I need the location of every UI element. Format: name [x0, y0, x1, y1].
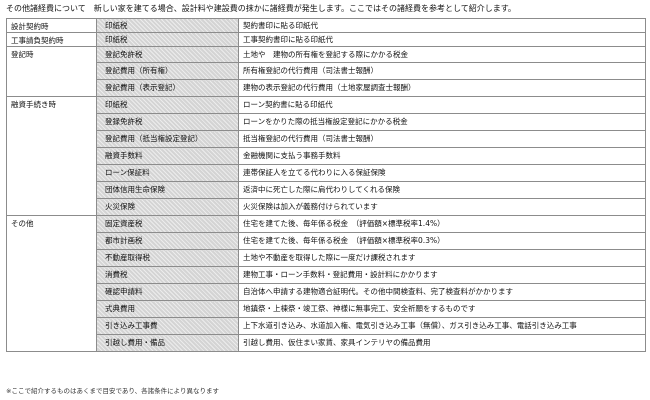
footnote: ※ここで紹介するものはあくまで目安であり、各諸条件により異なります: [6, 387, 219, 395]
table-row: 設計契約時 印紙税 契約書印に貼る印紙代: [6, 18, 646, 33]
category-cell: 融資手続き時: [6, 96, 97, 216]
cost-table-body: 設計契約時 印紙税 契約書印に貼る印紙代 工事請負契約時 印紙税 工事契約書印に貼る印紙代…: [6, 18, 646, 352]
table-row: 引越し費用・備品 引越し費用、仮住まい家賃、家具インテリヤの備品費用: [7, 334, 646, 352]
cost-description-cell: 工事契約書印に貼る印紙代: [238, 32, 646, 47]
table-row: 工事請負契約時 印紙税 工事契約書印に貼る印紙代: [6, 32, 646, 47]
cost-name-cell: 登記費用（抵当権設定登記）: [96, 130, 239, 148]
cost-description-cell: 連帯保証人を立てる代わりに入る保証保険: [238, 164, 646, 182]
cost-name-cell: 団体信用生命保険: [96, 181, 239, 199]
cost-description-cell: 金融機関に支払う事務手数料: [238, 147, 646, 165]
cost-name-cell: 登録免許税: [96, 113, 239, 131]
cost-description-cell: 上下水道引き込み、水道加入権、電気引き込み工事（無償）、ガス引き込み工事、電話引…: [238, 317, 646, 335]
table-row: 登録免許税 ローンをかりた際の抵当権設定登記にかかる税金: [7, 113, 646, 131]
cost-description-cell: 土地や不動産を取得した際に一度だけ課税されます: [238, 249, 646, 267]
table-row: 不動産取得税 土地や不動産を取得した際に一度だけ課税されます: [7, 249, 646, 267]
cost-name-cell: 都市計画税: [96, 232, 239, 250]
cost-name-cell: 確認申請料: [96, 283, 239, 301]
table-row: 登記費用（抵当権設定登記） 抵当権登記の代行費用（司法書士報酬）: [7, 130, 646, 148]
intro-text: その他諸経費について 新しい家を建てる場合、設計料や建設費の抹かに諸経費が発生し…: [6, 4, 516, 13]
cost-description-cell: ローン契約書に貼る印紙代: [238, 96, 646, 114]
cost-name-cell: 登記費用（所有権）: [96, 62, 239, 80]
table-row: 融資手数料 金融機関に支払う事務手数料: [7, 147, 646, 165]
table-row: 登記費用（所有権） 所有権登記の代行費用（司法書士報酬）: [7, 62, 646, 80]
cost-name-cell: 引越し費用・備品: [96, 334, 239, 352]
cost-description-cell: 所有権登記の代行費用（司法書士報酬）: [238, 62, 646, 80]
cost-description-cell: 建物の表示登記の代行費用（土地家屋調査士報酬）: [238, 79, 646, 97]
cost-name-cell: 融資手数料: [96, 147, 239, 165]
cost-description-cell: 返済中に死亡した際に肩代わりしてくれる保険: [238, 181, 646, 199]
cost-name-cell: 登記免許税: [96, 46, 239, 63]
cost-description-cell: ローンをかりた際の抵当権設定登記にかかる税金: [238, 113, 646, 131]
cost-name-cell: 消費税: [96, 266, 239, 284]
table-row: 確認申請料 自治体へ申請する建物適合証明代。その他中間検査料、完了検査料がかかりま…: [7, 283, 646, 301]
table-row: ローン保証料 連帯保証人を立てる代わりに入る保証保険: [7, 164, 646, 182]
cost-description-cell: 火災保険は加入が義務付けられています: [238, 198, 646, 216]
category-cell: 登記時: [6, 46, 97, 97]
cost-description-cell: 地鎮祭・上棟祭・竣工祭、神様に無事完工、安全祈願をするものです: [238, 300, 646, 318]
table-row: 消費税 建物工事・ローン手数料・登記費用・設計料にかかります: [7, 266, 646, 284]
cost-name-cell: 引き込み工事費: [96, 317, 239, 335]
cost-name-cell: 火災保険: [96, 198, 239, 216]
cost-description-cell: 建物工事・ローン手数料・登記費用・設計料にかかります: [238, 266, 646, 284]
cost-name-cell: 不動産取得税: [96, 249, 239, 267]
cost-description-cell: 契約書印に貼る印紙代: [238, 18, 646, 33]
table-row: 式典費用 地鎮祭・上棟祭・竣工祭、神様に無事完工、安全祈願をするものです: [7, 300, 646, 318]
category-cell: 設計契約時: [6, 18, 97, 33]
table-row: 登記費用（表示登記） 建物の表示登記の代行費用（土地家屋調査士報酬）: [7, 79, 646, 97]
table-row: 引き込み工事費 上下水道引き込み、水道加入権、電気引き込み工事（無償）、ガス引き込…: [7, 317, 646, 335]
table-row: 火災保険 火災保険は加入が義務付けられています: [7, 198, 646, 216]
cost-description-cell: 土地や 建物の所有権を登記する際にかかる税金: [238, 46, 646, 63]
category-cell: その他: [6, 215, 97, 352]
cost-description-cell: 自治体へ申請する建物適合証明代。その他中間検査料、完了検査料がかかります: [238, 283, 646, 301]
table-row: その他 固定資産税 住宅を建てた後、毎年係る税金 （評価額×標準税率1.4%）: [6, 215, 646, 352]
cost-description-cell: 抵当権登記の代行費用（司法書士報酬）: [238, 130, 646, 148]
cost-description-cell: 引越し費用、仮住まい家賃、家具インテリヤの備品費用: [238, 334, 646, 352]
table-row: 登記時 登記免許税 土地や 建物の所有権を登記する際にかかる税金: [6, 46, 646, 97]
cost-name-cell: 式典費用: [96, 300, 239, 318]
cost-table: 設計契約時 印紙税 契約書印に貼る印紙代 工事請負契約時 印紙税 工事契約書印に貼る印紙代…: [6, 18, 646, 352]
category-cell: 工事請負契約時: [6, 32, 97, 47]
cost-name-cell: 印紙税: [96, 18, 239, 33]
cost-name-cell: 登記費用（表示登記）: [96, 79, 239, 97]
cost-name-cell: 固定資産税: [96, 215, 239, 233]
table-row: 融資手続き時 印紙税 ローン契約書に貼る印紙代: [6, 96, 646, 216]
cost-description-cell: 住宅を建てた後、毎年係る税金 （評価額×標準税率1.4%）: [238, 215, 646, 233]
cost-name-cell: ローン保証料: [96, 164, 239, 182]
table-row: 都市計画税 住宅を建てた後、毎年係る税金 （評価額×標準税率0.3%）: [7, 232, 646, 250]
cost-name-cell: 印紙税: [96, 96, 239, 114]
cost-description-cell: 住宅を建てた後、毎年係る税金 （評価額×標準税率0.3%）: [238, 232, 646, 250]
table-row: 団体信用生命保険 返済中に死亡した際に肩代わりしてくれる保険: [7, 181, 646, 199]
cost-name-cell: 印紙税: [96, 32, 239, 47]
